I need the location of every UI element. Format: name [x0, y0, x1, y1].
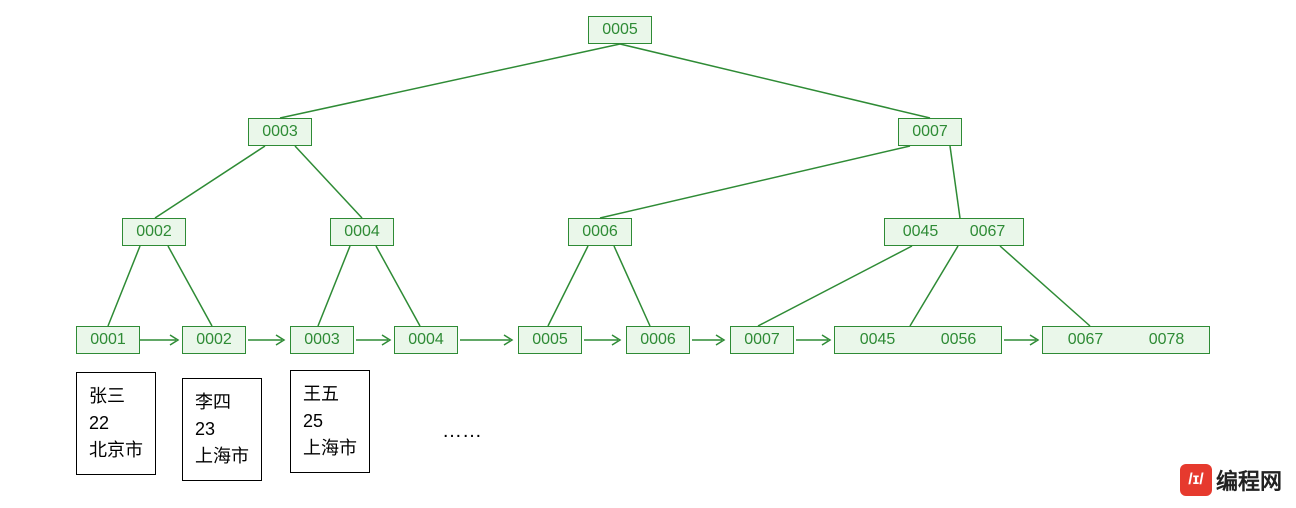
leaf-8-key1: 0045	[860, 331, 896, 349]
tree-l3-a: 0002	[122, 218, 186, 246]
leaf-8: 0045 0056	[834, 326, 1002, 354]
data-record-1: 张三 22 北京市	[76, 372, 156, 475]
leaf-9-key1: 0067	[1068, 331, 1104, 349]
leaf-6: 0006	[626, 326, 690, 354]
tree-l3-d: 0045 0067	[884, 218, 1024, 246]
tree-l3-d-key1: 0045	[903, 223, 939, 241]
leaf-5: 0005	[518, 326, 582, 354]
tree-l3-b: 0004	[330, 218, 394, 246]
leaf-8-key2: 0056	[941, 331, 977, 349]
leaf-1: 0001	[76, 326, 140, 354]
data-record-3: 王五 25 上海市	[290, 370, 370, 473]
leaf-3: 0003	[290, 326, 354, 354]
brand-logo-icon: /ɪ/	[1180, 464, 1212, 496]
leaf-9-key2: 0078	[1149, 331, 1185, 349]
tree-root: 0005	[588, 16, 652, 44]
brand-logo-text: 编程网	[1216, 464, 1282, 496]
ellipsis-text: ……	[442, 420, 482, 443]
leaf-9: 0067 0078	[1042, 326, 1210, 354]
tree-l2-right: 0007	[898, 118, 962, 146]
data-record-2: 李四 23 上海市	[182, 378, 262, 481]
tree-l2-left: 0003	[248, 118, 312, 146]
tree-l3-d-key2: 0067	[970, 223, 1006, 241]
tree-l3-c: 0006	[568, 218, 632, 246]
leaf-4: 0004	[394, 326, 458, 354]
leaf-7: 0007	[730, 326, 794, 354]
brand-logo: /ɪ/ 编程网	[1180, 464, 1282, 496]
leaf-2: 0002	[182, 326, 246, 354]
